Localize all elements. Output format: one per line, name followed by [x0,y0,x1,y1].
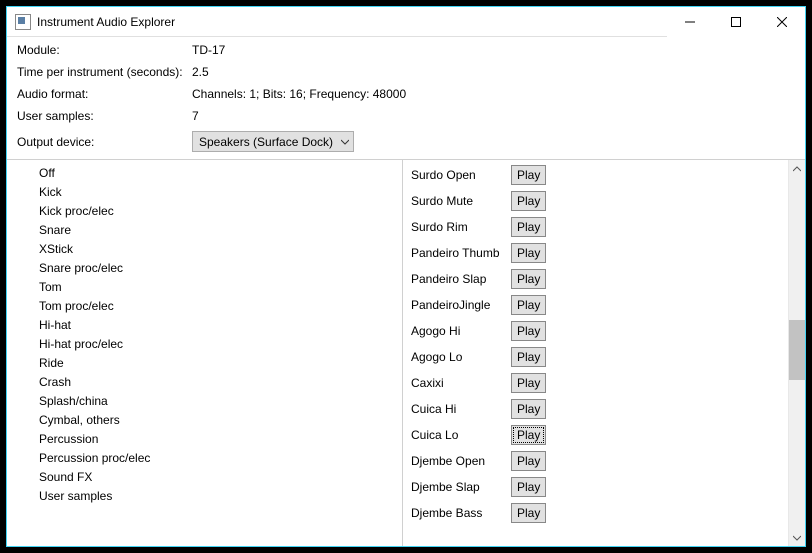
play-button[interactable]: Play [511,451,546,471]
category-item[interactable]: Snare [7,221,402,240]
output-device-selected: Speakers (Surface Dock) [199,135,333,149]
instrument-name: Caxixi [411,376,511,390]
category-item[interactable]: Kick proc/elec [7,202,402,221]
instrument-name: PandeiroJingle [411,298,511,312]
instrument-row: Agogo HiPlay [411,318,788,344]
user-samples-value: 7 [192,109,795,123]
app-window: Instrument Audio Explorer Module: TD-17 … [6,6,806,547]
category-item[interactable]: XStick [7,240,402,259]
minimize-button[interactable] [667,7,713,37]
instrument-name: Pandeiro Slap [411,272,511,286]
close-icon [777,17,787,27]
instrument-row: Cuica HiPlay [411,396,788,422]
instrument-name: Djembe Slap [411,480,511,494]
category-item[interactable]: Percussion [7,430,402,449]
instrument-row: Surdo MutePlay [411,188,788,214]
play-button[interactable]: Play [511,321,546,341]
instrument-row: Pandeiro SlapPlay [411,266,788,292]
category-item[interactable]: Cymbal, others [7,411,402,430]
play-button[interactable]: Play [511,269,546,289]
instrument-name: Djembe Bass [411,506,511,520]
play-button[interactable]: Play [511,165,546,185]
instrument-list: Surdo OpenPlaySurdo MutePlaySurdo RimPla… [403,160,788,546]
instrument-row: Surdo RimPlay [411,214,788,240]
instrument-name: Surdo Mute [411,194,511,208]
app-icon [15,14,31,30]
scroll-up-icon[interactable] [789,160,805,177]
play-button[interactable]: Play [511,399,546,419]
play-button[interactable]: Play [511,425,546,445]
category-list[interactable]: OffKickKick proc/elecSnareXStickSnare pr… [7,160,403,546]
content-area: Module: TD-17 Time per instrument (secon… [7,37,805,546]
instrument-name: Cuica Hi [411,402,511,416]
instrument-row: Agogo LoPlay [411,344,788,370]
play-button[interactable]: Play [511,243,546,263]
user-samples-label: User samples: [17,109,192,123]
category-item[interactable]: Snare proc/elec [7,259,402,278]
instrument-name: Surdo Rim [411,220,511,234]
instrument-name: Cuica Lo [411,428,511,442]
play-button[interactable]: Play [511,373,546,393]
instrument-name: Djembe Open [411,454,511,468]
output-device-label: Output device: [17,135,192,149]
chevron-down-icon [341,135,349,149]
info-panel: Module: TD-17 Time per instrument (secon… [7,37,805,156]
instrument-panel: Surdo OpenPlaySurdo MutePlaySurdo RimPla… [403,160,805,546]
scrollbar[interactable] [788,160,805,546]
scroll-down-icon[interactable] [789,529,805,546]
module-label: Module: [17,43,192,57]
category-item[interactable]: Sound FX [7,468,402,487]
instrument-row: Cuica LoPlay [411,422,788,448]
play-button[interactable]: Play [511,503,546,523]
panels: OffKickKick proc/elecSnareXStickSnare pr… [7,160,805,546]
minimize-icon [685,17,695,27]
window-title: Instrument Audio Explorer [37,15,175,29]
instrument-row: Djembe BassPlay [411,500,788,526]
category-item[interactable]: Hi-hat [7,316,402,335]
play-button[interactable]: Play [511,295,546,315]
instrument-row: Surdo OpenPlay [411,162,788,188]
maximize-button[interactable] [713,7,759,37]
output-device-select[interactable]: Speakers (Surface Dock) [192,131,354,152]
instrument-name: Surdo Open [411,168,511,182]
close-button[interactable] [759,7,805,37]
play-button[interactable]: Play [511,191,546,211]
play-button[interactable]: Play [511,477,546,497]
category-item[interactable]: User samples [7,487,402,506]
instrument-row: PandeiroJinglePlay [411,292,788,318]
category-item[interactable]: Off [7,164,402,183]
category-item[interactable]: Tom [7,278,402,297]
time-per-instrument-label: Time per instrument (seconds): [17,65,192,79]
module-value: TD-17 [192,43,795,57]
instrument-name: Agogo Hi [411,324,511,338]
audio-format-label: Audio format: [17,87,192,101]
instrument-name: Agogo Lo [411,350,511,364]
instrument-name: Pandeiro Thumb [411,246,511,260]
scrollbar-thumb[interactable] [789,320,805,380]
category-item[interactable]: Crash [7,373,402,392]
category-item[interactable]: Ride [7,354,402,373]
category-item[interactable]: Percussion proc/elec [7,449,402,468]
category-item[interactable]: Kick [7,183,402,202]
instrument-row: Djembe OpenPlay [411,448,788,474]
instrument-row: Djembe SlapPlay [411,474,788,500]
play-button[interactable]: Play [511,347,546,367]
instrument-row: Pandeiro ThumbPlay [411,240,788,266]
category-item[interactable]: Splash/china [7,392,402,411]
play-button[interactable]: Play [511,217,546,237]
category-item[interactable]: Tom proc/elec [7,297,402,316]
maximize-icon [731,17,741,27]
category-item[interactable]: Hi-hat proc/elec [7,335,402,354]
time-per-instrument-value: 2.5 [192,65,795,79]
instrument-row: CaxixiPlay [411,370,788,396]
audio-format-value: Channels: 1; Bits: 16; Frequency: 48000 [192,87,795,101]
titlebar: Instrument Audio Explorer [7,7,805,37]
